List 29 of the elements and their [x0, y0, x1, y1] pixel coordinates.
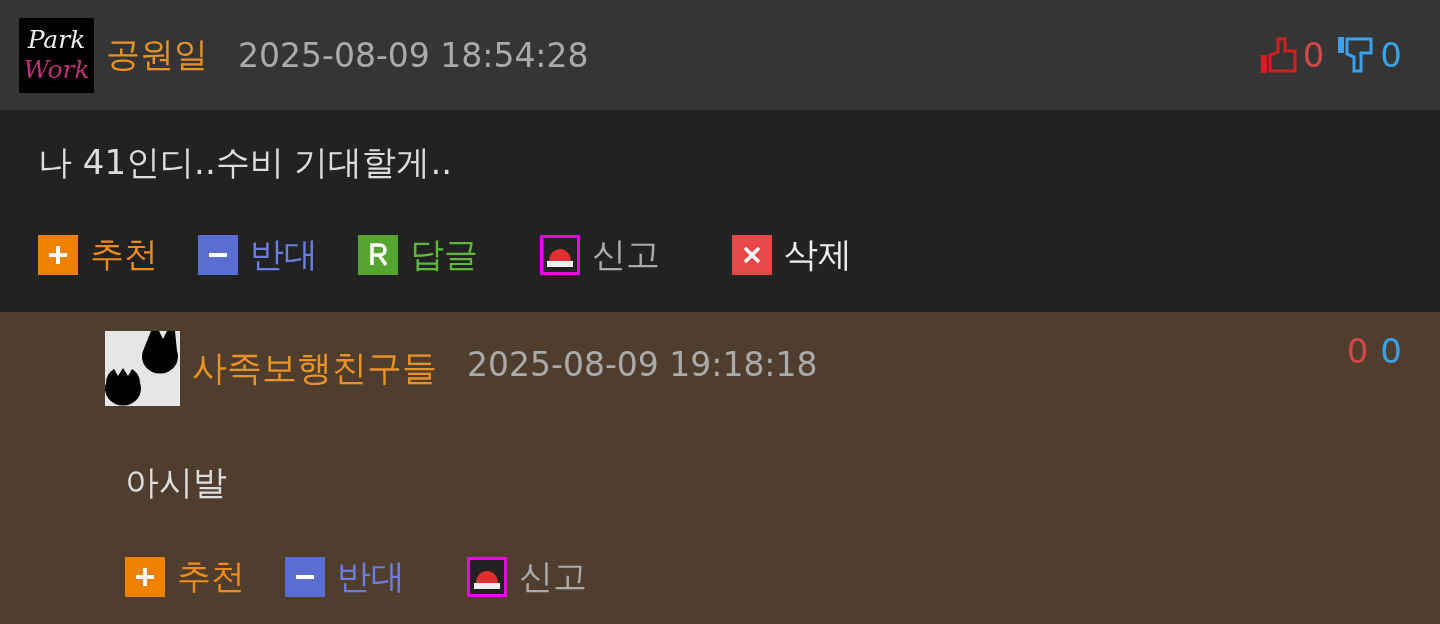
timestamp: 2025-08-09 18:54:28	[238, 35, 589, 75]
dislike-count: 0	[1380, 35, 1402, 75]
like-count: 0	[1346, 331, 1369, 371]
like-count: 0	[1302, 35, 1325, 75]
report-icon	[467, 557, 507, 597]
paw-print-avatar-icon	[105, 331, 180, 406]
recommend-button[interactable]: 추천	[38, 232, 158, 278]
report-button[interactable]: 신고	[540, 232, 660, 278]
recommend-button[interactable]: 추천	[125, 554, 245, 600]
oppose-button[interactable]: 반대	[285, 554, 405, 600]
comment-text: 나 41인디..수비 기대할게..	[38, 141, 454, 184]
dislike-count: 0	[1380, 331, 1402, 371]
reply-button[interactable]: 답글	[358, 232, 478, 278]
oppose-button[interactable]: 반대	[198, 232, 318, 278]
delete-button[interactable]: 삭제	[732, 232, 852, 278]
thumbs-up-icon[interactable]	[1258, 35, 1299, 75]
recommend-icon	[38, 235, 78, 275]
comment-text: 아시발	[125, 461, 228, 504]
author-name[interactable]: 공원일	[106, 32, 208, 78]
oppose-icon	[198, 235, 238, 275]
timestamp: 2025-08-09 19:18:18	[467, 345, 818, 384]
report-icon	[540, 235, 580, 275]
oppose-icon	[285, 557, 325, 597]
avatar-logo: Park Work	[19, 17, 94, 93]
author-name[interactable]: 사족보행친구들	[192, 345, 437, 392]
reply-icon	[358, 235, 398, 275]
recommend-icon	[125, 557, 165, 597]
report-button[interactable]: 신고	[467, 554, 587, 600]
delete-icon	[732, 235, 772, 275]
